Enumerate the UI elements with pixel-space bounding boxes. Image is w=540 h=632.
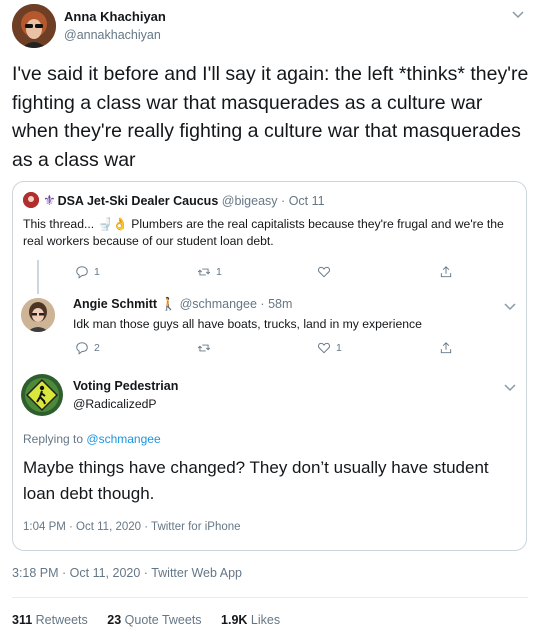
reply1-time: 58m bbox=[268, 297, 293, 311]
likes-count: 1.9K bbox=[221, 613, 248, 627]
retweet-action[interactable]: 1 bbox=[197, 265, 222, 279]
quote-tweets-count: 23 bbox=[107, 613, 122, 627]
reply2-avatar[interactable] bbox=[21, 374, 63, 416]
quote-tweets-stat-link[interactable]: 23 Quote Tweets bbox=[107, 613, 201, 627]
divider bbox=[12, 597, 528, 598]
like-action[interactable] bbox=[317, 265, 336, 279]
author-name[interactable]: Anna Khachiyan bbox=[64, 9, 166, 24]
likes-stat-link[interactable]: 1.9K Likes bbox=[221, 613, 280, 627]
tweet-header: Anna Khachiyan @annakhachiyan bbox=[12, 4, 528, 48]
reply-icon bbox=[76, 342, 88, 355]
quoted-text-main: Plumbers are the real capitalists becaus… bbox=[23, 217, 504, 248]
chevron-down-icon[interactable] bbox=[504, 381, 516, 395]
likes-label: Likes bbox=[250, 613, 281, 627]
author-handle[interactable]: @annakhachiyan bbox=[64, 28, 161, 42]
quoted-author-handle: @bigeasy bbox=[221, 194, 278, 208]
retweet-count: 1 bbox=[216, 266, 222, 278]
share-icon bbox=[440, 266, 452, 278]
heart-icon bbox=[318, 266, 330, 278]
reply2-author-handle[interactable]: @RadicalizedP bbox=[73, 397, 157, 411]
quoted-author-avatar bbox=[23, 192, 39, 208]
quoted-tweet-card[interactable]: ⚜ DSA Jet-Ski Dealer Caucus @bigeasy · Oc… bbox=[12, 181, 527, 551]
quoted-tweet-header: ⚜ DSA Jet-Ski Dealer Caucus @bigeasy · Oc… bbox=[23, 192, 325, 212]
retweet-icon bbox=[197, 268, 211, 276]
quoted-action-row: 1 1 bbox=[75, 265, 455, 283]
chevron-down-icon[interactable] bbox=[504, 300, 516, 314]
reply1-text: Idk man those guys all have boats, truck… bbox=[73, 317, 422, 331]
author-avatar[interactable] bbox=[12, 4, 56, 48]
quoted-date: Oct 11 bbox=[288, 194, 325, 208]
reply-icon bbox=[76, 266, 88, 279]
replying-to-mention-link[interactable]: @schmangee bbox=[86, 432, 160, 446]
toilet-emoji-icon: 🚽 bbox=[97, 217, 113, 231]
share-action[interactable] bbox=[439, 265, 453, 279]
pedestrian-emoji-icon: 🚶 bbox=[160, 297, 177, 311]
retweet-action[interactable] bbox=[197, 341, 216, 355]
separator-dot: · bbox=[260, 297, 265, 311]
share-action[interactable] bbox=[439, 341, 453, 355]
reply1-header: Angie Schmitt 🚶 @schmangee · 58m bbox=[73, 297, 292, 312]
ok-hand-emoji-icon: 👌 bbox=[112, 217, 128, 231]
quoted-tweet-text: This thread... 🚽👌 Plumbers are the real … bbox=[23, 216, 513, 250]
reply2-author-name[interactable]: Voting Pedestrian bbox=[73, 379, 178, 393]
tweet-timestamp[interactable]: 3:18 PM · Oct 11, 2020 · Twitter Web App bbox=[12, 566, 242, 580]
retweet-icon bbox=[197, 344, 211, 352]
reply-count: 1 bbox=[94, 266, 100, 278]
reply1-author-name: Angie Schmitt bbox=[73, 297, 158, 311]
reply-count: 2 bbox=[94, 342, 100, 354]
quote-tweets-label: Quote Tweets bbox=[124, 613, 202, 627]
chevron-down-icon[interactable] bbox=[512, 8, 524, 22]
quoted-author-name: DSA Jet-Ski Dealer Caucus bbox=[57, 194, 219, 208]
like-action[interactable]: 1 bbox=[317, 341, 342, 355]
reply2-text: Maybe things have changed? They don’t us… bbox=[23, 458, 489, 503]
share-icon bbox=[440, 342, 452, 354]
heart-icon bbox=[318, 342, 330, 354]
reply2-timestamp[interactable]: 1:04 PM · Oct 11, 2020 · Twitter for iPh… bbox=[23, 521, 241, 533]
reply1-avatar[interactable] bbox=[21, 298, 55, 332]
separator-dot: · bbox=[281, 194, 286, 208]
fleur-de-lis-icon: ⚜ bbox=[43, 192, 56, 208]
retweets-label: Retweets bbox=[35, 613, 88, 627]
replying-to-label: Replying to bbox=[23, 432, 84, 446]
retweets-stat-link[interactable]: 311 Retweets bbox=[12, 613, 88, 627]
tweet-text: I've said it before and I'll say it agai… bbox=[12, 63, 529, 171]
reply1-action-row: 2 1 bbox=[75, 341, 455, 359]
tweet-stats: 311 Retweets 23 Quote Tweets 1.9K Likes bbox=[12, 613, 296, 627]
thread-line bbox=[37, 260, 39, 294]
reply-action[interactable]: 2 bbox=[75, 341, 100, 355]
retweets-count: 311 bbox=[12, 613, 33, 627]
quoted-text-prefix: This thread... bbox=[23, 217, 95, 231]
reply1-author-handle: @schmangee bbox=[179, 297, 257, 311]
like-count: 1 bbox=[336, 342, 342, 354]
reply-action[interactable]: 1 bbox=[75, 265, 100, 279]
replying-to-line: Replying to @schmangee bbox=[23, 432, 161, 446]
